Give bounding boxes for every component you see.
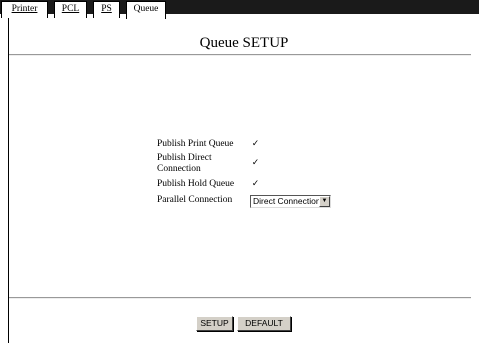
publish-direct-connection-checkbox[interactable]: ✓ [251, 159, 260, 168]
tab-ps[interactable]: PS [93, 1, 120, 18]
tab-bar: Printer PCL PS Queue [0, 0, 479, 19]
tab-ps-label[interactable]: PS [101, 4, 112, 14]
tab-printer[interactable]: Printer [1, 1, 48, 18]
parallel-connection-value: Direct Connection [253, 196, 321, 206]
setup-button[interactable]: SETUP [196, 316, 233, 331]
default-button[interactable]: DEFAULT [237, 316, 291, 331]
publish-print-queue-checkbox[interactable]: ✓ [251, 140, 260, 149]
tab-pcl[interactable]: PCL [54, 1, 87, 18]
chevron-down-icon[interactable]: ▼ [319, 196, 330, 207]
parallel-connection-label: Parallel Connection [157, 195, 233, 205]
tab-printer-label[interactable]: Printer [12, 4, 38, 14]
publish-print-queue-label: Publish Print Queue [157, 139, 234, 149]
parallel-connection-select[interactable]: Direct Connection ▼ [250, 195, 331, 208]
page-title: Queue SETUP [199, 35, 289, 51]
tab-pcl-label[interactable]: PCL [62, 4, 79, 14]
bottom-divider [9, 297, 471, 299]
publish-hold-queue-label: Publish Hold Queue [157, 179, 235, 189]
check-icon: ✓ [251, 158, 260, 168]
left-border [8, 18, 9, 343]
publish-direct-connection-label: Publish Direct Connection [157, 153, 212, 174]
tab-queue[interactable]: Queue [126, 1, 166, 19]
check-icon: ✓ [251, 139, 260, 149]
check-icon: ✓ [251, 179, 260, 189]
tab-queue-label: Queue [133, 4, 159, 14]
top-divider [9, 54, 471, 56]
publish-hold-queue-checkbox[interactable]: ✓ [251, 180, 260, 189]
